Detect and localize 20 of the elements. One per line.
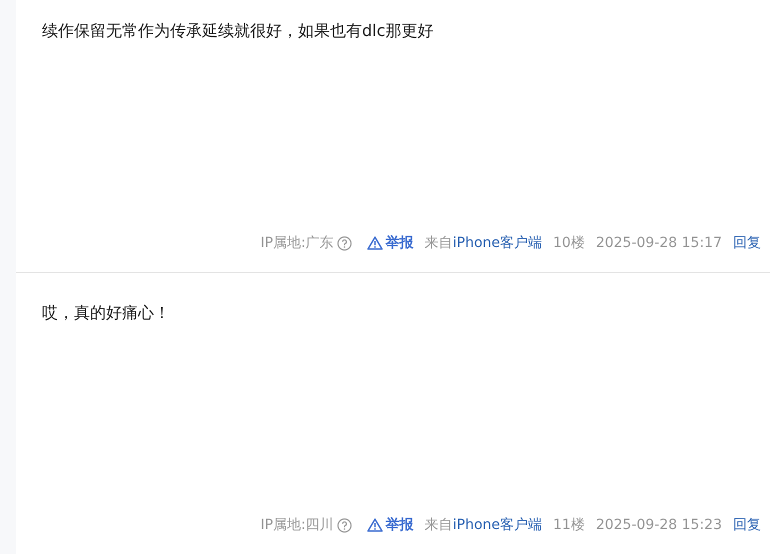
post-content: 续作保留无常作为传承延续就很好，如果也有dlc那更好 — [42, 20, 434, 42]
reply-link[interactable]: 回复 — [733, 516, 761, 534]
warning-icon — [366, 236, 383, 250]
floor-number: 10楼 — [553, 234, 585, 252]
floor-number: 11楼 — [553, 516, 585, 534]
report-link[interactable]: 举报 — [366, 516, 414, 534]
post-time: 2025-09-28 15:23 — [596, 517, 722, 533]
help-icon — [336, 518, 352, 532]
client-link[interactable]: iPhone客户端 — [452, 516, 542, 534]
post-time: 2025-09-28 15:17 — [596, 235, 722, 251]
warning-icon — [366, 518, 383, 532]
source-label: 来自 — [424, 516, 453, 534]
ip-location: IP属地:广东 — [260, 234, 334, 252]
reply-link[interactable]: 回复 — [733, 234, 761, 252]
post-content: 哎，真的好痛心！ — [42, 302, 171, 324]
ip-location: IP属地:四川 — [260, 516, 334, 534]
source-label: 来自 — [424, 234, 453, 252]
client-link[interactable]: iPhone客户端 — [452, 234, 542, 252]
report-link[interactable]: 举报 — [366, 234, 414, 252]
help-icon — [336, 236, 352, 250]
